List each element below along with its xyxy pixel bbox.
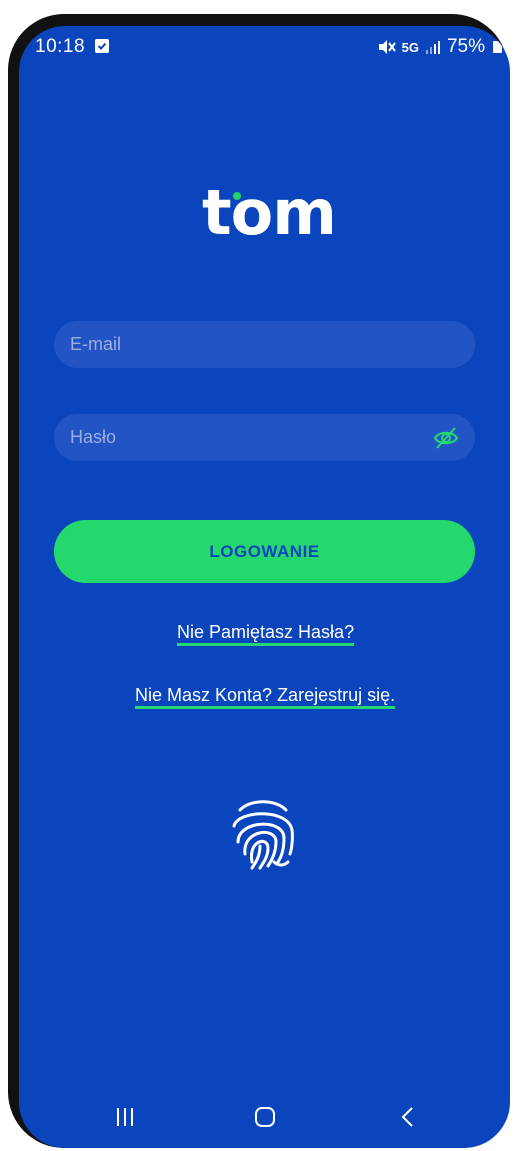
- status-bar: 10:18 5G 75%: [19, 26, 510, 70]
- forgot-password-link[interactable]: Nie Pamiętasz Hasła?: [177, 622, 354, 643]
- notification-check-icon: [95, 39, 109, 53]
- network-type: 5G: [401, 39, 419, 55]
- eye-slash-icon[interactable]: [433, 425, 459, 451]
- home-icon[interactable]: [254, 1106, 276, 1128]
- signal-icon: [425, 41, 440, 54]
- password-input[interactable]: [54, 414, 475, 461]
- app-screen: 10:18 5G 75% tom E-mail LOGOWANIE Nie Pa…: [19, 26, 510, 1148]
- app-logo: tom: [202, 176, 337, 249]
- login-button[interactable]: LOGOWANIE: [54, 520, 475, 583]
- battery-percentage: 75%: [446, 36, 485, 57]
- status-time: 10:18: [35, 36, 86, 57]
- email-input[interactable]: [54, 321, 475, 368]
- password-field[interactable]: [54, 414, 475, 461]
- back-icon[interactable]: [397, 1106, 419, 1128]
- email-field[interactable]: [54, 321, 475, 368]
- battery-icon: [493, 41, 502, 53]
- fingerprint-icon[interactable]: [230, 796, 296, 870]
- mute-icon: [378, 40, 396, 54]
- status-icons: 5G 75%: [378, 36, 502, 58]
- recent-apps-icon[interactable]: [114, 1106, 136, 1128]
- logo-accent-dot: [233, 192, 241, 200]
- system-nav-bar: [19, 1088, 510, 1148]
- register-link[interactable]: Nie Masz Konta? Zarejestruj się.: [135, 685, 395, 706]
